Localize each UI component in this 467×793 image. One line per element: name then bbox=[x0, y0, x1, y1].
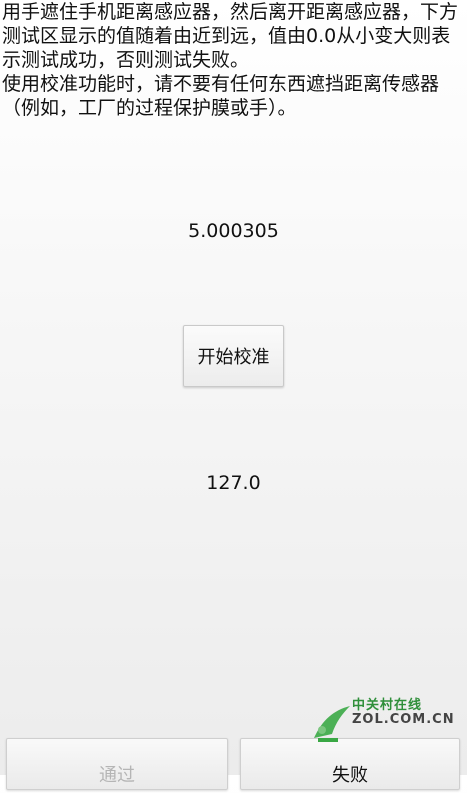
watermark-url: ZOL.COM.CN bbox=[352, 712, 455, 727]
calibration-value: 5.000305 bbox=[188, 220, 279, 242]
fail-button[interactable]: 失败 bbox=[240, 738, 460, 790]
proximity-sensor-value: 127.0 bbox=[206, 472, 261, 494]
watermark-title: 中关村在线 bbox=[352, 698, 423, 713]
bottom-action-bar: 通过 失败 bbox=[0, 733, 467, 793]
instructions-text: 用手遮住手机距离感应器，然后离开距离感应器，下方测试区显示的值随着由近到远，值由… bbox=[2, 1, 459, 119]
start-calibration-button[interactable]: 开始校准 bbox=[183, 325, 284, 387]
pass-button[interactable]: 通过 bbox=[6, 738, 228, 790]
